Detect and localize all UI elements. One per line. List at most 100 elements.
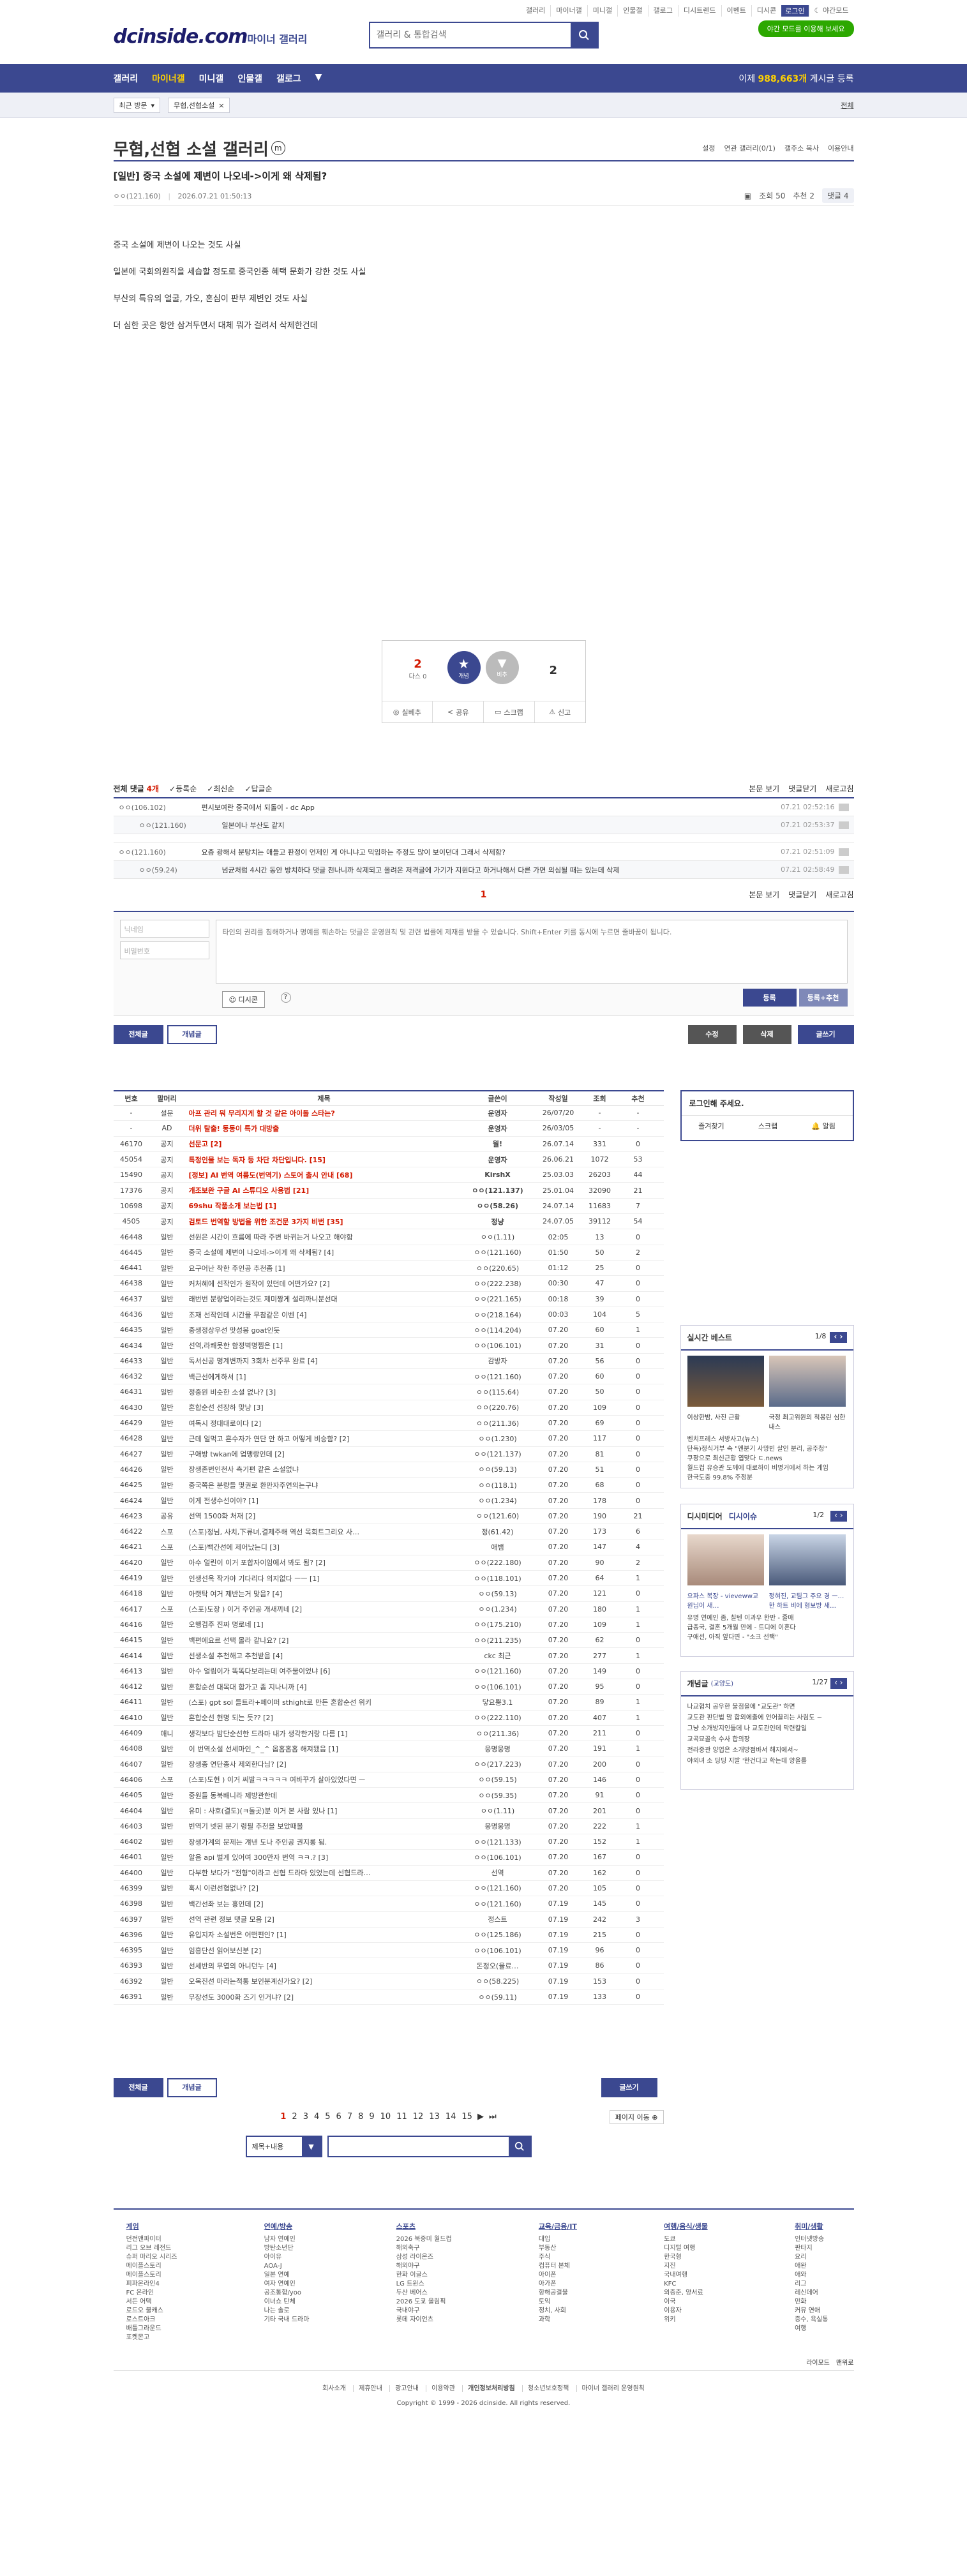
help-icon[interactable]: ? <box>280 992 291 1003</box>
row-writer[interactable]: ㅇㅇ(1.234) <box>460 1495 536 1506</box>
night-mode-toggle[interactable]: ☾ 야간모드 <box>808 5 854 17</box>
best-thumbnail[interactable] <box>687 1356 764 1407</box>
row-title[interactable]: 아프 관리 뭐 무리지게 할 것 같은 아이돌 스타는? <box>185 1108 460 1118</box>
footer-column-item[interactable]: 두산 베어스 <box>396 2289 452 2298</box>
row-writer[interactable]: 운영자 <box>460 1123 536 1134</box>
top-link-gallog[interactable]: 갤로그 <box>647 5 678 17</box>
best-thumbnail[interactable] <box>768 1356 846 1407</box>
nav-minor[interactable]: 마이너갤 <box>152 72 185 85</box>
row-writer[interactable]: 운영자 <box>460 1155 536 1165</box>
row-title[interactable]: 백간선좌 보는 흥인데 [2] <box>185 1899 460 1909</box>
table-row[interactable]: 46416 일반 오행검주 진짜 명로네 [1] ㅇㅇ(175.210) 07.20 10… <box>113 1617 664 1633</box>
row-writer[interactable]: ㅇㅇ(121.160) <box>460 1666 536 1676</box>
row-writer[interactable]: ㅇㅇ(59.15) <box>460 1774 536 1785</box>
row-title[interactable]: 선생소설 추천해고 추천받음 [4] <box>185 1651 460 1661</box>
table-row[interactable]: 46404 일반 유미 : 사호(결도)(ㅋ돌곳)분 이거 본 사람 있나 [1] ㅇ… <box>113 1803 664 1819</box>
pager-arrows[interactable]: ‹ › <box>830 1511 847 1522</box>
delete-icon[interactable] <box>838 848 849 856</box>
table-row[interactable]: 46400 일반 다부한 보다가 "전형"이라고 선협 드라마 있었는데 선협드라…… <box>113 1866 664 1881</box>
footer-column-item[interactable]: 만화 <box>795 2298 828 2307</box>
row-writer[interactable]: ㅇㅇ(1.11) <box>460 1232 536 1242</box>
concept-item[interactable]: 교도관 판단법 맘 합외에출에 언어끌리는 사림도 ~ <box>687 1712 847 1723</box>
comment-nick[interactable]: ㅇㅇ(121.160) <box>119 847 202 857</box>
nav-more-icon[interactable]: ▼ <box>315 72 322 85</box>
table-row[interactable]: 10698 공지 69shu 작품소개 보는법 [1] ㅇㅇ(58.26) 24.07.… <box>113 1199 664 1215</box>
table-row[interactable]: 46395 일반 임흥단선 읽어보신분 [2] ㅇㅇ(106.101) 07.19 96 0 <box>113 1943 664 1959</box>
footer-column-item[interactable]: 이너쇼 탄체 <box>264 2298 310 2307</box>
row-title[interactable]: (스포)정님, 사치,下류녀,결제주해 역선 목회트그리요 사… <box>185 1527 460 1537</box>
row-title[interactable]: (스포)도장 ) 이거 주인공 개새끼네 [2] <box>185 1604 460 1614</box>
table-row[interactable]: 46408 일반 이 번역소설 선세마인_^_^ 옵홉홉홉 해져됐음 [1] 웅명웅명… <box>113 1741 664 1757</box>
best-item[interactable]: 쿠팡으로 최신근황 엽맞다 ㄷ.news <box>687 1454 847 1464</box>
row-writer[interactable]: ㅇㅇ(211.235) <box>460 1635 536 1645</box>
table-row[interactable]: 46423 공유 선역 1500화 처재 [2] ㅇㅇ(121.60) 07.20 190… <box>113 1509 664 1525</box>
footer-column-item[interactable]: 커뮤 연애 <box>795 2307 828 2316</box>
row-writer[interactable]: ㅇㅇ(58.26) <box>460 1201 536 1211</box>
row-title[interactable]: 혼합순선 현명 되는 듯?? [2] <box>185 1712 460 1723</box>
row-writer[interactable]: ㅇㅇ(106.101) <box>460 1945 536 1956</box>
close-icon[interactable]: × <box>218 101 224 110</box>
row-title[interactable]: 선역 1500화 처재 [2] <box>185 1511 460 1521</box>
row-writer[interactable]: ㅇㅇ(118.1) <box>460 1480 536 1490</box>
concept-item[interactable]: 나교협치 공우한 불점을에 "교도관" 하면 <box>687 1702 847 1712</box>
best-caption[interactable]: 국정 최고위원의 척봉린 심한내스 <box>769 1412 846 1431</box>
row-writer[interactable]: ㅇㅇ(121.160) <box>460 1372 536 1382</box>
table-row[interactable]: 46435 일반 중생정상우선 맛성봉 goat인듯 ㅇㅇ(114.204) 07.20… <box>113 1322 664 1338</box>
footer-column-item[interactable]: 로드오 불캐스 <box>126 2307 177 2316</box>
top-link-mini[interactable]: 미니갤 <box>587 5 617 17</box>
row-writer[interactable]: 감방자 <box>460 1356 536 1366</box>
table-row[interactable]: 46431 일반 정중원 비슷한 소설 없나? [3] ㅇㅇ(115.64) 07.20… <box>113 1384 664 1400</box>
row-writer[interactable]: ㅇㅇ(220.65) <box>460 1263 536 1273</box>
table-row[interactable]: 46433 일반 독서신공 명계변까지 3회차 선주무 완료 [4] 감방자 07.20… <box>113 1354 664 1370</box>
search-button[interactable] <box>570 23 597 47</box>
write-button[interactable]: 글쓰기 <box>601 2078 657 2097</box>
row-title[interactable]: 더위 탈출! 동동이 특가 대방출 <box>185 1123 460 1134</box>
page-number[interactable]: 10 <box>380 2112 391 2122</box>
row-writer[interactable]: ㅇㅇ(222.110) <box>460 1712 536 1723</box>
table-row[interactable]: 46429 일반 여독시 정대대로이다 [2] ㅇㅇ(211.36) 07.20 69 0 <box>113 1416 664 1432</box>
sort-reply[interactable]: ✓답글순 <box>244 783 272 794</box>
footer-column-item[interactable]: 위키 <box>664 2316 708 2325</box>
delete-icon[interactable] <box>838 803 849 811</box>
row-writer[interactable]: ㅇㅇ(59.13) <box>460 1464 536 1474</box>
subnav-all[interactable]: 전체 <box>841 100 853 110</box>
settings-button[interactable]: 설정 <box>702 143 715 153</box>
related-gallery-button[interactable]: 연관 갤러리(0/1) <box>724 143 776 153</box>
page-number[interactable]: 6 <box>336 2112 341 2122</box>
table-row[interactable]: 46417 스포 (스포)도장 ) 이거 주인공 개새끼네 [2] ㅇㅇ(1.234)… <box>113 1602 664 1617</box>
row-title[interactable]: 중국 소설에 제변이 나오네->이게 왜 삭제됨? [4] <box>185 1247 460 1257</box>
footer-column-item[interactable]: 이국 <box>664 2298 708 2307</box>
footer-column-item[interactable]: 증수, 욕실통 <box>795 2316 828 2325</box>
footer-column-item[interactable]: 포켓몬고 <box>126 2333 177 2342</box>
row-title[interactable]: 선세반의 무엽의 아니던누 [4] <box>185 1961 460 1971</box>
concept-posts-button[interactable]: 개념글 <box>167 2078 217 2097</box>
table-row[interactable]: 46412 일반 혼합순선 대목대 합가고 좀 지나니까 [4] ㅇㅇ(106.101… <box>113 1679 664 1695</box>
page-number[interactable]: 7 <box>347 2112 352 2122</box>
dccon-button[interactable]: ☺ 디시콘 <box>221 991 265 1008</box>
concept-item[interactable]: 전라중관 양업은 소개방점바서 해지에서~ <box>687 1745 847 1756</box>
page-number[interactable]: 13 <box>429 2112 440 2122</box>
media-item[interactable]: 구애선, 아직 앞다면 - "소크 선택" <box>687 1633 847 1642</box>
realtime-best-button[interactable]: ◎ 실베추 <box>382 701 433 723</box>
night-mode-promo[interactable]: 야간 모드를 이용해 보세요 <box>758 20 854 37</box>
row-writer[interactable]: ㅇㅇ(115.64) <box>460 1387 536 1397</box>
password-field[interactable]: 비밀번호 <box>119 941 209 959</box>
row-title[interactable]: 선역 관련 정보 댓글 모음 [2] <box>185 1914 460 1924</box>
row-writer[interactable]: ㅇㅇ(121.133) <box>460 1837 536 1847</box>
table-row[interactable]: 46421 스포 (스포)백간선에 제어났는디 [3] 애뱀 07.20 147 4 <box>113 1539 664 1555</box>
login-prompt[interactable]: 로그인해 주세요. <box>682 1091 853 1115</box>
report-button[interactable]: ⚠ 신고 <box>535 701 585 723</box>
table-row[interactable]: 46424 일반 이게 전생수선이야? [1] ㅇㅇ(1.234) 07.20 178 0 <box>113 1493 664 1509</box>
row-writer[interactable]: 월! <box>460 1139 536 1149</box>
row-title[interactable]: 여독시 정대대로이다 [2] <box>185 1418 460 1428</box>
row-title[interactable]: 혼합순선 선장하 맞냥 [3] <box>185 1402 460 1412</box>
table-row[interactable]: 46419 일반 인생선옥 작가야 기다리다 의지없다 ㅡㅡ [1] ㅇㅇ(118.1… <box>113 1571 664 1587</box>
search-input[interactable] <box>370 23 571 47</box>
scrap-button[interactable]: ▭ 스크랩 <box>484 701 535 723</box>
comment-submit-reco-button[interactable]: 등록+추천 <box>798 989 848 1007</box>
row-title[interactable]: 조재 선작인데 시간을 무참같은 이벤 [4] <box>185 1310 460 1320</box>
table-row[interactable]: 46406 스포 (스포)도현 ) 이거 씨발ㅋㅋㅋㅋㅋ 여바꾸가 살아있었다면 ㅡ… <box>113 1772 664 1788</box>
table-row[interactable]: 46415 일반 백편에요르 선택 몰라 같나요? [2] ㅇㅇ(211.235) 07… <box>113 1633 664 1649</box>
comment-nick[interactable]: ㅇㅇ(59.24) <box>139 865 222 875</box>
row-title[interactable]: 선문고 [2] <box>185 1139 460 1149</box>
